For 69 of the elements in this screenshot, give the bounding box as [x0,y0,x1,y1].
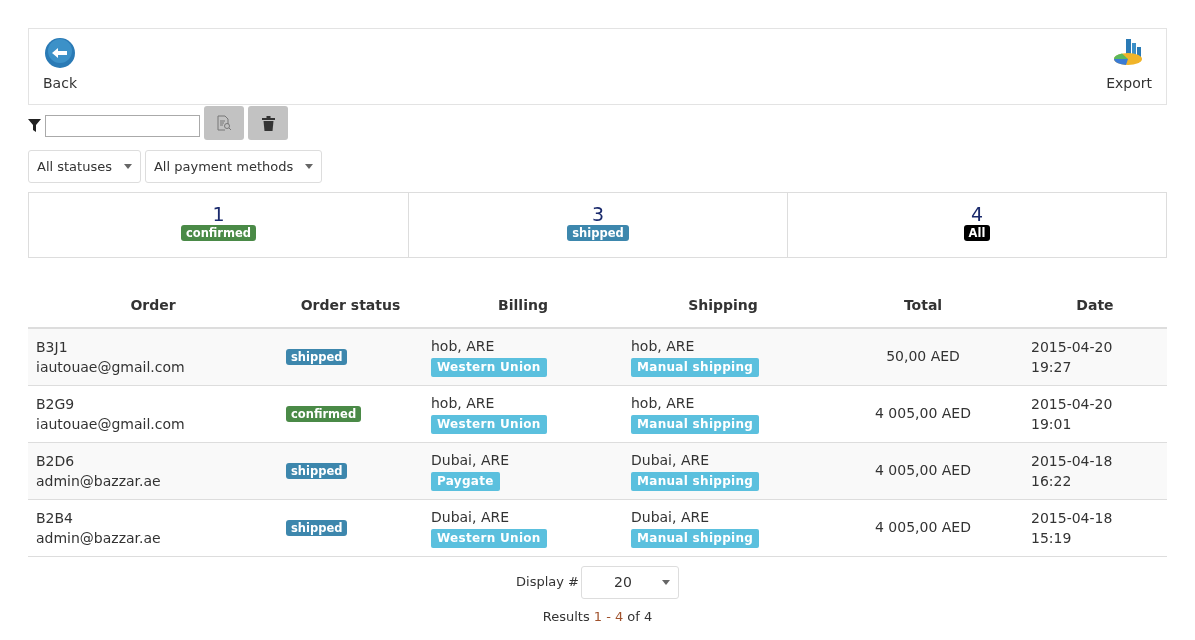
document-search-icon [216,115,232,131]
filter-field[interactable] [45,115,200,137]
shipping-location: Dubai, ARE [631,451,711,470]
shipping-location: Dubai, ARE [631,508,711,527]
status-badge: confirmed [180,225,257,241]
status-badge: shipped [286,463,348,479]
order-time: 19:27 [1031,357,1073,377]
delete-button[interactable] [248,106,288,140]
method-tag: Manual shipping [631,358,760,378]
order-time: 19:01 [1031,414,1073,434]
order-total: 4 005,00 AED [875,462,971,478]
customer-email: admin@bazzar.ae [36,471,162,491]
column-header: Total [823,284,1023,328]
order-id: B3J1 [36,337,69,357]
method-tag: Manual shipping [631,472,760,491]
method-tag: Western Union [431,415,547,434]
order-date: 2015-04-18 [1031,508,1114,528]
dropdown[interactable]: All payment methods [144,150,323,183]
column-header: Date [1023,284,1167,328]
dropdown[interactable]: All statuses [28,150,141,183]
page-size-dropdown[interactable]: 20 [580,565,679,599]
method-tag: Manual shipping [631,529,760,548]
shipping-location: hob, ARE [631,394,696,413]
results-range: 1 - 4 [593,607,624,626]
stat-count: 3 [591,203,605,225]
customer-email: iautouae@gmail.com [36,357,186,377]
display-label: Display # [516,573,579,592]
order-total: 4 005,00 AED [875,519,971,535]
method-tag: Western Union [431,529,547,548]
order-total: 50,00 AED [886,348,960,365]
status-badge: All [963,225,991,241]
shipping-location: hob, ARE [631,337,696,357]
order-id: B2G9 [36,394,76,414]
customer-email: iautouae@gmail.com [36,414,186,434]
method-tag: Manual shipping [631,415,760,434]
trash-icon [261,115,275,131]
status-badge: confirmed [286,406,362,422]
billing-location: Dubai, ARE [431,508,511,527]
order-date: 2015-04-20 [1031,337,1114,357]
back-button[interactable]: Back [43,37,77,94]
column-header: Order [28,284,278,328]
order-time: 16:22 [1031,471,1073,491]
stat-count: 4 [970,203,984,225]
customer-email: admin@bazzar.ae [36,528,162,548]
column-header: Order status [278,284,423,328]
filter-icon [28,119,41,132]
status-badge: shipped [286,520,348,536]
caret-icon [305,164,314,169]
caret-icon [123,164,132,169]
billing-location: hob, ARE [431,337,496,357]
order-id: B2B4 [36,508,75,528]
order-date: 2015-04-18 [1031,451,1114,471]
method-tag: Paygate [431,472,500,491]
order-date: 2015-04-20 [1031,394,1114,414]
method-tag: Western Union [431,358,547,378]
column-header: Billing [423,284,623,328]
billing-location: Dubai, ARE [431,451,511,470]
billing-location: hob, ARE [431,394,496,413]
stat-count: 1 [212,203,225,225]
order-total: 4 005,00 AED [875,405,971,421]
status-badge: shipped [286,349,348,366]
order-id: B2D6 [36,451,76,471]
column-header: Shipping [623,284,823,328]
results-total: of 4 [627,607,653,626]
order-time: 15:19 [1031,528,1073,548]
status-badge: shipped [567,225,629,241]
caret-icon [661,579,670,585]
export-button[interactable]: Export [1106,37,1152,94]
results-label: Results [542,607,590,626]
